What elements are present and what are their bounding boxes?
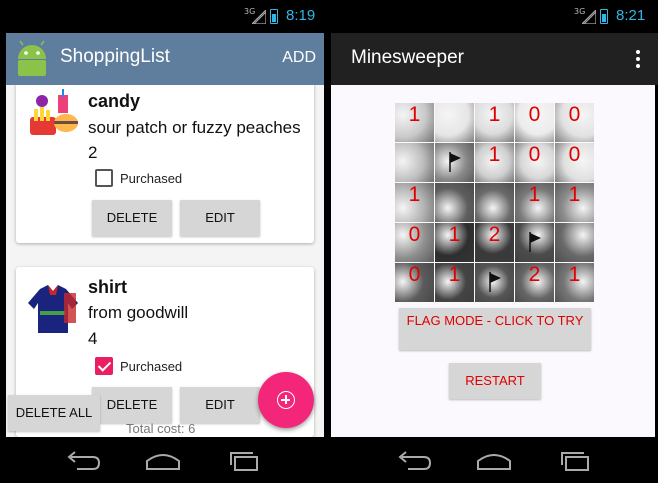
item-name: candy xyxy=(88,91,141,111)
item-quantity: 4 xyxy=(88,329,98,348)
tile-number: 1 xyxy=(488,103,501,126)
tile-number: 2 xyxy=(488,223,501,246)
edit-button[interactable]: EDIT xyxy=(180,200,260,236)
back-icon[interactable] xyxy=(394,447,434,473)
tile-number: 1 xyxy=(528,183,541,206)
board-tile[interactable]: 1 xyxy=(395,103,434,142)
item-description: from goodwill xyxy=(88,303,189,322)
status-bar: 3G 8:19 xyxy=(0,0,327,33)
delete-button[interactable]: DELETE xyxy=(92,200,172,236)
action-bar: Minesweeper xyxy=(331,33,658,85)
add-button[interactable]: ADD xyxy=(282,49,316,67)
tile-number: 0 xyxy=(528,103,541,126)
board-tile[interactable]: 2 xyxy=(475,223,514,262)
navigation-bar xyxy=(0,437,327,483)
app-title: ShoppingList xyxy=(60,46,170,67)
flag-icon xyxy=(449,152,461,172)
tile-number: 1 xyxy=(408,183,421,206)
back-icon[interactable] xyxy=(63,447,103,473)
board-tile[interactable] xyxy=(435,103,474,142)
flag-icon xyxy=(489,272,501,292)
home-icon[interactable] xyxy=(143,447,183,473)
total-cost: Total cost: 6 xyxy=(126,421,196,436)
recents-icon[interactable] xyxy=(556,447,596,473)
board-tile[interactable]: 0 xyxy=(555,143,594,182)
board-tile[interactable]: 1 xyxy=(555,263,594,302)
board-tile[interactable] xyxy=(475,183,514,222)
board-tile[interactable]: 1 xyxy=(555,183,594,222)
purchased-checkbox[interactable] xyxy=(95,357,113,375)
shirt-image xyxy=(28,285,78,333)
board-tile[interactable]: 1 xyxy=(395,183,434,222)
purchased-checkbox[interactable] xyxy=(95,169,113,187)
tile-number: 0 xyxy=(568,143,581,166)
board-tile[interactable]: 1 xyxy=(475,143,514,182)
tile-number: 1 xyxy=(568,183,581,206)
item-description: sour patch or fuzzy peaches xyxy=(88,118,301,137)
tile-number: 1 xyxy=(488,143,501,166)
tile-number: 1 xyxy=(568,263,581,286)
delete-all-button[interactable]: DELETE ALL xyxy=(8,395,100,431)
board-tile[interactable]: 1 xyxy=(515,183,554,222)
edit-button[interactable]: EDIT xyxy=(180,387,260,423)
purchased-label: Purchased xyxy=(120,359,183,374)
tile-number: 0 xyxy=(408,223,421,246)
board-tile[interactable] xyxy=(475,263,514,302)
flag-icon xyxy=(529,232,541,252)
add-item-fab[interactable] xyxy=(258,372,314,428)
board-tile[interactable] xyxy=(555,223,594,262)
shopping-list: candy sour patch or fuzzy peaches 2 Purc… xyxy=(6,85,324,437)
board-tile[interactable]: 0 xyxy=(515,143,554,182)
signal-icon xyxy=(252,10,266,24)
tile-number: 0 xyxy=(408,263,421,286)
board-tile[interactable]: 1 xyxy=(435,263,474,302)
board-tile[interactable]: 1 xyxy=(435,223,474,262)
board-tile[interactable] xyxy=(395,143,434,182)
restart-button[interactable]: RESTART xyxy=(449,363,541,399)
candy-image xyxy=(30,89,78,135)
item-name: shirt xyxy=(88,277,128,297)
status-bar: 3G 8:21 xyxy=(331,0,658,33)
shopping-list-phone: 3G 8:19 ShoppingList ADD candy sour patc… xyxy=(0,0,327,483)
tile-number: 2 xyxy=(528,263,541,286)
minesweeper-phone: 3G 8:21 Minesweeper 1 1 0 0 1 0 0 1 1 1 0 1 2 0 1 2 1 FL… xyxy=(331,0,658,483)
game-area: 1 1 0 0 1 0 0 1 1 1 0 1 2 0 1 2 1 FLAG MODE - CLICK TO T… xyxy=(331,85,655,437)
navigation-bar xyxy=(331,437,658,483)
action-bar: ShoppingList ADD xyxy=(6,33,324,85)
battery-icon xyxy=(600,9,608,24)
tile-number: 0 xyxy=(568,103,581,126)
flag-mode-button[interactable]: FLAG MODE - CLICK TO TRY xyxy=(399,308,591,350)
board-tile[interactable]: 2 xyxy=(515,263,554,302)
board-tile[interactable]: 0 xyxy=(395,263,434,302)
board-tile[interactable] xyxy=(515,223,554,262)
home-icon[interactable] xyxy=(474,447,514,473)
board-tile[interactable]: 1 xyxy=(475,103,514,142)
tile-number: 1 xyxy=(408,103,421,126)
status-time: 8:19 xyxy=(286,7,316,24)
android-logo-icon xyxy=(18,40,46,76)
board-tile[interactable] xyxy=(435,183,474,222)
add-circle-icon xyxy=(277,391,295,409)
delete-button[interactable]: DELETE xyxy=(92,387,172,423)
board-tile[interactable] xyxy=(435,143,474,182)
board-tile[interactable]: 0 xyxy=(395,223,434,262)
recents-icon[interactable] xyxy=(225,447,265,473)
board-tile[interactable]: 0 xyxy=(515,103,554,142)
overflow-menu-icon[interactable] xyxy=(636,50,640,68)
item-quantity: 2 xyxy=(88,143,98,162)
board-tile[interactable]: 0 xyxy=(555,103,594,142)
list-item-candy: candy sour patch or fuzzy peaches 2 Purc… xyxy=(16,85,314,243)
purchased-label: Purchased xyxy=(120,171,183,186)
signal-icon xyxy=(582,10,596,24)
status-time: 8:21 xyxy=(616,7,646,24)
app-title: Minesweeper xyxy=(351,47,464,68)
tile-number: 1 xyxy=(448,223,461,246)
minesweeper-board: 1 1 0 0 1 0 0 1 1 1 0 1 2 0 1 2 1 xyxy=(395,103,595,303)
tile-number: 1 xyxy=(448,263,461,286)
battery-icon xyxy=(270,9,278,24)
tile-number: 0 xyxy=(528,143,541,166)
